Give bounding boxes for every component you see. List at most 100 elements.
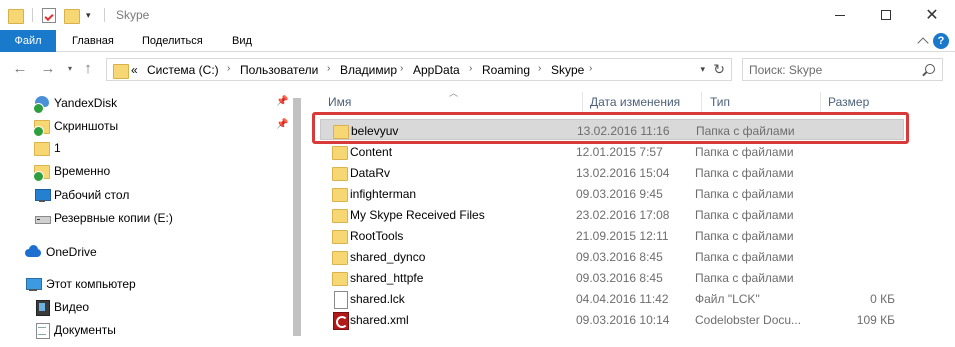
- computer-icon: [25, 276, 42, 292]
- file-name: infighterman: [350, 187, 417, 201]
- sidebar-item-backup-drive[interactable]: Резервные копии (E:): [0, 207, 300, 229]
- breadcrumb-skype[interactable]: Skype: [551, 63, 584, 77]
- recent-locations-icon[interactable]: ▾: [60, 60, 80, 78]
- yandex-disk-icon: [33, 95, 50, 114]
- ribbon: Файл Главная Поделиться Вид ?: [0, 30, 955, 52]
- sidebar-item-video[interactable]: Видео: [0, 296, 300, 318]
- help-icon[interactable]: ?: [933, 33, 949, 49]
- file-size: 109 КБ: [856, 313, 895, 327]
- file-name: shared.lck: [350, 292, 405, 306]
- sidebar-item-label: Временно: [54, 164, 111, 178]
- file-row-shared-dynco[interactable]: shared_dynco 09.03.2016 8:45 Папка с фай…: [320, 246, 904, 267]
- pin-icon[interactable]: 📌: [276, 119, 288, 130]
- annotation-highlight: [312, 112, 909, 144]
- breadcrumb-roaming[interactable]: Roaming: [482, 63, 530, 77]
- up-arrow-icon[interactable]: ↑: [78, 60, 98, 78]
- sidebar-scrollbar[interactable]: [289, 86, 306, 347]
- tab-home[interactable]: Главная: [62, 30, 124, 52]
- breadcrumb-system-c[interactable]: Система (C:): [147, 63, 219, 77]
- chevron-right-icon[interactable]: ›: [469, 63, 472, 74]
- file-name: shared_httpfe: [350, 271, 424, 285]
- file-row-shared-lck[interactable]: shared.lck 04.04.2016 11:42 Файл "LCK" 0…: [320, 288, 904, 309]
- file-date: 13.02.2016 15:04: [576, 166, 670, 180]
- sidebar-item-label: Скриншоты: [54, 119, 119, 133]
- file-row-shared-httpfe[interactable]: shared_httpfe 09.03.2016 8:45 Папка с фа…: [320, 267, 904, 288]
- minimize-button[interactable]: [817, 0, 863, 30]
- file-date: 21.09.2015 12:11: [576, 229, 669, 243]
- file-row-my-skype-received-files[interactable]: My Skype Received Files 23.02.2016 17:08…: [320, 204, 904, 225]
- pin-icon[interactable]: 📌: [276, 96, 288, 107]
- column-header-date[interactable]: Дата изменения: [590, 95, 680, 109]
- column-header-size[interactable]: Размер: [828, 95, 869, 109]
- chevron-right-icon[interactable]: ›: [538, 63, 541, 74]
- column-divider[interactable]: [701, 92, 702, 114]
- chevron-right-icon[interactable]: ›: [400, 63, 403, 74]
- file-date: 12.01.2015 7:57: [576, 145, 663, 159]
- quick-access-dropdown-icon[interactable]: ▾: [86, 5, 91, 25]
- file-date: 04.04.2016 11:42: [576, 292, 669, 306]
- file-type: Codelobster Docu...: [695, 313, 802, 327]
- sidebar-item-onedrive[interactable]: OneDrive: [0, 241, 300, 263]
- search-input[interactable]: [749, 62, 919, 77]
- tab-share[interactable]: Поделиться: [132, 30, 213, 52]
- file-type: Папка с файлами: [695, 187, 794, 201]
- scrollbar-thumb[interactable]: [293, 98, 301, 336]
- sidebar-item-temporary[interactable]: Временно: [0, 160, 300, 182]
- file-name: RootTools: [350, 229, 404, 243]
- address-bar[interactable]: « Система (C:) › Пользователи › Владимир…: [106, 58, 732, 81]
- file-row-roottools[interactable]: RootTools 21.09.2015 12:11 Папка с файла…: [320, 225, 904, 246]
- back-arrow-icon[interactable]: ←: [10, 60, 30, 78]
- breadcrumb-users[interactable]: Пользователи: [240, 63, 318, 77]
- chevron-right-icon[interactable]: ›: [327, 63, 330, 74]
- file-name: shared_dynco: [350, 250, 426, 264]
- new-folder-icon[interactable]: [64, 5, 80, 25]
- properties-icon[interactable]: [42, 5, 56, 25]
- file-row-infighterman[interactable]: infighterman 09.03.2016 9:45 Папка с фай…: [320, 183, 904, 204]
- sidebar-item-label: 1: [54, 141, 61, 155]
- window-title: Skype: [116, 8, 150, 22]
- refresh-icon[interactable]: ↻: [713, 61, 725, 78]
- breadcrumb-vladimir[interactable]: Владимир: [340, 63, 397, 77]
- tab-view[interactable]: Вид: [222, 30, 262, 52]
- file-type: Папка с файлами: [695, 229, 794, 243]
- sort-ascending-icon: ︿: [449, 88, 459, 98]
- breadcrumb-appdata[interactable]: AppData: [413, 63, 460, 77]
- close-icon: ✕: [925, 7, 939, 24]
- forward-arrow-icon[interactable]: →: [38, 60, 58, 78]
- folder-icon: [8, 5, 24, 25]
- file-type: Папка с файлами: [695, 250, 794, 264]
- folder-icon: [332, 228, 348, 244]
- chevron-right-icon[interactable]: ›: [589, 63, 592, 74]
- navigation-bar: ← → ▾ ↑ « Система (C:) › Пользователи › …: [0, 52, 955, 86]
- search-box[interactable]: [742, 58, 943, 81]
- file-row-datarv[interactable]: DataRv 13.02.2016 15:04 Папка с файлами: [320, 162, 904, 183]
- ribbon-collapse-icon[interactable]: [917, 37, 929, 49]
- sidebar-item-this-pc[interactable]: Этот компьютер: [0, 273, 300, 295]
- xml-file-icon: [332, 312, 349, 330]
- file-row-shared-xml[interactable]: shared.xml 09.03.2016 10:14 Codelobster …: [320, 309, 904, 330]
- file-date: 23.02.2016 17:08: [576, 208, 670, 222]
- desktop-icon: [34, 187, 51, 203]
- column-header-name[interactable]: Имя: [328, 95, 351, 109]
- maximize-icon: [881, 10, 891, 20]
- sidebar-item-desktop[interactable]: Рабочий стол: [0, 184, 300, 206]
- column-header-type[interactable]: Тип: [710, 95, 730, 109]
- file-type: Папка с файлами: [695, 271, 794, 285]
- file-date: 09.03.2016 8:45: [576, 271, 663, 285]
- sidebar-item-1[interactable]: 1: [0, 137, 300, 159]
- navigation-pane: YandexDisk 📌 Скриншоты 📌 1 Временно Рабо…: [0, 86, 300, 347]
- maximize-button[interactable]: [863, 0, 909, 30]
- chevron-right-icon[interactable]: ›: [227, 63, 230, 74]
- close-button[interactable]: ✕: [909, 0, 955, 30]
- minimize-icon: [835, 14, 845, 16]
- column-divider[interactable]: [820, 92, 821, 114]
- breadcrumb-overflow[interactable]: «: [131, 63, 138, 77]
- sidebar-item-documents[interactable]: Документы: [0, 319, 300, 341]
- sidebar-item-screenshots[interactable]: Скриншоты 📌: [0, 115, 300, 137]
- search-icon[interactable]: [925, 64, 935, 74]
- address-dropdown-icon[interactable]: ▾: [700, 64, 705, 75]
- column-divider[interactable]: [582, 92, 583, 114]
- file-row-content[interactable]: Content 12.01.2015 7:57 Папка с файлами: [320, 141, 904, 162]
- sidebar-item-yandexdisk[interactable]: YandexDisk 📌: [0, 92, 300, 114]
- tab-file[interactable]: Файл: [0, 30, 56, 52]
